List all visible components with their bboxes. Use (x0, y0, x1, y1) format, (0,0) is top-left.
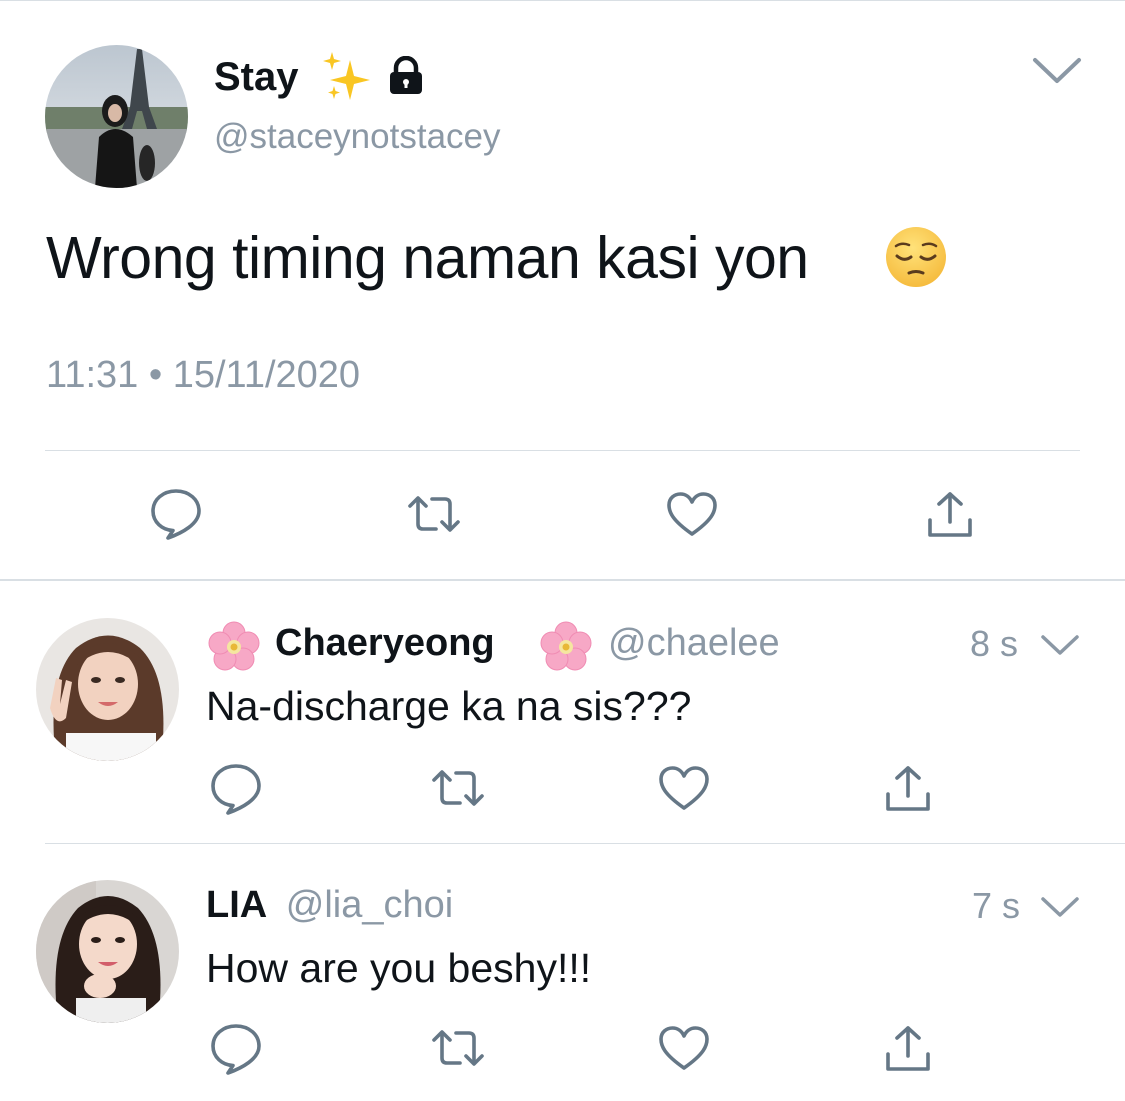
chevron-down-icon[interactable] (1040, 895, 1080, 924)
reply-text: How are you beshy!!! (206, 945, 592, 991)
reply-icon[interactable] (150, 487, 202, 546)
retweet-icon[interactable] (430, 1028, 486, 1073)
reply-icon[interactable] (210, 1022, 262, 1081)
share-icon[interactable] (884, 1024, 932, 1079)
chevron-down-icon[interactable] (1032, 56, 1082, 91)
display-name[interactable]: Stay (214, 52, 299, 102)
timestamp: 11:31 • 15/11/2020 (46, 354, 361, 396)
divider (45, 843, 1125, 844)
reply-header: Chaeryeong (275, 620, 495, 666)
lock-icon (387, 55, 425, 101)
top-divider (0, 0, 1125, 1)
sparkles-emoji (320, 52, 376, 109)
reply-icon[interactable] (210, 762, 262, 821)
reply-text: Na-discharge ka na sis??? (206, 683, 692, 729)
chevron-down-icon[interactable] (1040, 633, 1080, 662)
cherry-blossom-emoji (207, 620, 261, 677)
reply-header: LIA @lia_choi (206, 882, 453, 928)
like-icon[interactable] (658, 1025, 710, 1076)
section-separator (0, 579, 1125, 581)
share-icon[interactable] (926, 490, 974, 545)
reply-time: 7 s (972, 885, 1021, 926)
reply-time: 8 s (970, 623, 1019, 664)
handle[interactable]: @chaelee (608, 620, 780, 666)
cherry-blossom-emoji (539, 620, 593, 677)
share-icon[interactable] (884, 764, 932, 819)
handle[interactable]: @lia_choi (286, 884, 453, 926)
pensive-face-emoji (884, 225, 948, 294)
retweet-icon[interactable] (406, 494, 462, 539)
handle[interactable]: @staceynotstacey (214, 114, 501, 160)
display-name[interactable]: Chaeryeong (275, 622, 495, 664)
avatar[interactable] (36, 880, 179, 1023)
display-name[interactable]: LIA (206, 884, 267, 926)
tweet-text: Wrong timing naman kasi yon (46, 225, 809, 291)
like-icon[interactable] (658, 765, 710, 816)
like-icon[interactable] (666, 491, 718, 542)
avatar[interactable] (36, 618, 179, 761)
avatar[interactable] (45, 45, 188, 188)
retweet-icon[interactable] (430, 768, 486, 813)
divider (45, 450, 1080, 451)
